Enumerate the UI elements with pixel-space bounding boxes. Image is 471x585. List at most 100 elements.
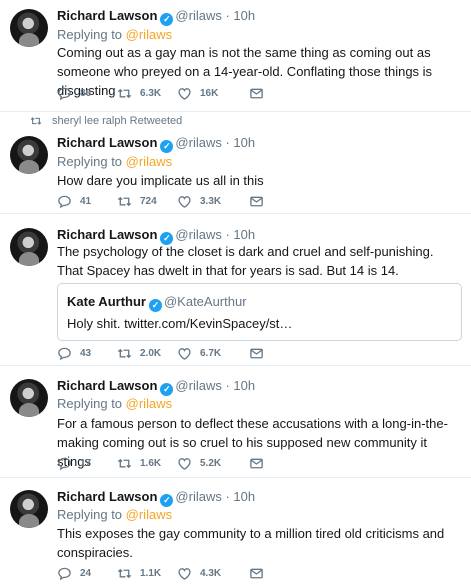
heart-icon	[178, 348, 191, 360]
retweet-icon	[117, 348, 132, 359]
retweet-icon	[30, 117, 42, 125]
quoted-author-handle: @KateAurthur	[163, 294, 247, 309]
reply-icon	[58, 457, 71, 471]
avatar[interactable]	[10, 136, 48, 174]
quoted-tweet[interactable]: Kate Aurthur ✓ @KateAurthur Holy shit. twi…	[57, 283, 462, 341]
envelope-icon	[250, 568, 263, 579]
tweet[interactable]: Richard Lawson ✓ @rilaws · 10h Replying to…	[0, 366, 471, 478]
replying-to-label: Replying to	[57, 154, 126, 169]
retweet-icon	[117, 196, 132, 207]
replying-to: Replying to @rilaws	[57, 507, 172, 523]
separator-dot: ·	[221, 227, 234, 242]
replying-to-mention[interactable]: @rilaws	[126, 507, 172, 522]
avatar[interactable]	[10, 228, 48, 266]
author-name[interactable]: Richard Lawson	[57, 489, 157, 504]
avatar[interactable]	[10, 490, 48, 528]
quoted-author-name: Kate Aurthur	[67, 294, 146, 309]
retweet-button[interactable]: 2.0K	[117, 346, 177, 361]
tweet-header: Richard Lawson ✓ @rilaws · 10h	[57, 8, 255, 26]
message-button[interactable]	[249, 456, 309, 471]
tweet-actions: 41 724 3.3K	[57, 194, 309, 209]
tweet-time[interactable]: 10h	[233, 8, 255, 23]
tweet-time[interactable]: 10h	[233, 227, 255, 242]
tweet-actions: 24 1.1K 4.3K	[57, 566, 309, 581]
avatar[interactable]	[10, 9, 48, 47]
reply-button[interactable]: 24	[57, 566, 117, 581]
author-handle[interactable]: @rilaws	[175, 378, 221, 393]
separator-dot: ·	[221, 378, 234, 393]
tweet[interactable]: Richard Lawson ✓ @rilaws · 10h Replying to…	[0, 0, 471, 112]
replying-to-mention[interactable]: @rilaws	[126, 154, 172, 169]
reply-icon	[58, 347, 71, 361]
tweet[interactable]: sheryl lee ralph Retweeted Richard Lawso…	[0, 112, 471, 214]
reply-count: 41	[80, 196, 92, 207]
replying-to: Replying to @rilaws	[57, 27, 172, 43]
reply-count: 86	[80, 88, 92, 99]
tweet-time[interactable]: 10h	[233, 489, 255, 504]
author-handle[interactable]: @rilaws	[175, 227, 221, 242]
reply-button[interactable]: 86	[57, 86, 117, 101]
retweet-count: 2.0K	[140, 348, 162, 359]
tweet-time[interactable]: 10h	[233, 378, 255, 393]
tweet-actions: 86 6.3K 16K	[57, 86, 309, 101]
tweet[interactable]: Richard Lawson ✓ @rilaws · 10h Replying to…	[0, 478, 471, 585]
heart-icon	[178, 88, 191, 100]
verified-badge-icon: ✓	[148, 299, 162, 312]
replying-to-mention[interactable]: @rilaws	[126, 27, 172, 42]
like-count: 16K	[200, 88, 219, 99]
message-button[interactable]	[249, 86, 309, 101]
tweet-text: The psychology of the closet is dark and…	[57, 244, 434, 278]
message-button[interactable]	[249, 194, 309, 209]
tweet-text: How dare you implicate us all in this	[57, 173, 264, 188]
author-name[interactable]: Richard Lawson	[57, 378, 157, 393]
reply-count: 17	[80, 458, 92, 469]
reply-button[interactable]: 17	[57, 456, 117, 471]
reply-button[interactable]: 43	[57, 346, 117, 361]
author-handle[interactable]: @rilaws	[175, 489, 221, 504]
like-button[interactable]: 5.2K	[177, 456, 249, 471]
heart-icon	[178, 458, 191, 470]
retweet-button[interactable]: 1.6K	[117, 456, 177, 471]
message-button[interactable]	[249, 346, 309, 361]
replying-to: Replying to @rilaws	[57, 396, 172, 412]
like-button[interactable]: 6.7K	[177, 346, 249, 361]
verified-badge-icon: ✓	[160, 140, 174, 153]
retweet-note-text[interactable]: sheryl lee ralph Retweeted	[52, 115, 182, 127]
avatar[interactable]	[10, 379, 48, 417]
reply-icon	[58, 195, 71, 209]
like-count: 5.2K	[200, 458, 222, 469]
author-handle[interactable]: @rilaws	[175, 8, 221, 23]
retweet-button[interactable]: 724	[117, 194, 177, 209]
message-button[interactable]	[249, 566, 309, 581]
separator-dot: ·	[221, 8, 234, 23]
separator-dot: ·	[221, 489, 234, 504]
retweet-icon	[117, 568, 132, 579]
tweet-header: Richard Lawson ✓ @rilaws · 10h	[57, 378, 255, 396]
heart-icon	[178, 196, 191, 208]
replying-to: Replying to @rilaws	[57, 154, 172, 170]
replying-to-label: Replying to	[57, 27, 126, 42]
author-name[interactable]: Richard Lawson	[57, 227, 157, 242]
reply-count: 24	[80, 568, 92, 579]
reply-button[interactable]: 41	[57, 194, 117, 209]
separator-dot: ·	[221, 135, 234, 150]
like-button[interactable]: 4.3K	[177, 566, 249, 581]
envelope-icon	[250, 196, 263, 207]
author-name[interactable]: Richard Lawson	[57, 135, 157, 150]
like-button[interactable]: 3.3K	[177, 194, 249, 209]
tweet[interactable]: Richard Lawson ✓ @rilaws · 10h The psychol…	[0, 214, 471, 366]
retweet-count: 6.3K	[140, 88, 162, 99]
tweet-actions: 17 1.6K 5.2K	[57, 456, 309, 471]
retweet-count: 724	[140, 196, 157, 207]
retweet-button[interactable]: 6.3K	[117, 86, 177, 101]
replying-to-label: Replying to	[57, 507, 126, 522]
author-name[interactable]: Richard Lawson	[57, 8, 157, 23]
replying-to-label: Replying to	[57, 396, 126, 411]
envelope-icon	[250, 88, 263, 99]
like-button[interactable]: 16K	[177, 86, 249, 101]
retweet-button[interactable]: 1.1K	[117, 566, 177, 581]
replying-to-mention[interactable]: @rilaws	[126, 396, 172, 411]
reply-count: 43	[80, 348, 92, 359]
tweet-time[interactable]: 10h	[233, 135, 255, 150]
author-handle[interactable]: @rilaws	[175, 135, 221, 150]
